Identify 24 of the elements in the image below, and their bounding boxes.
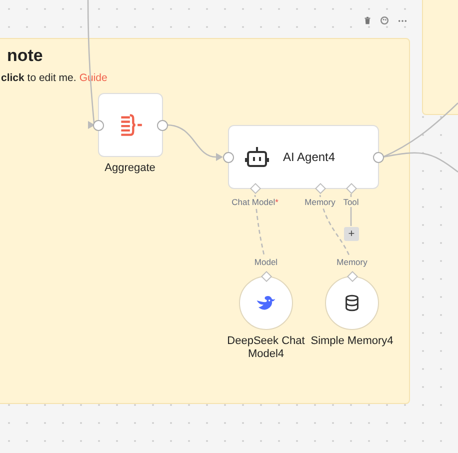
connector-handle[interactable] [250,182,260,194]
node-label: DeepSeek Chat Model4 [226,335,306,361]
node-label: AI Agent4 [283,150,336,164]
aggregate-node[interactable] [98,93,163,157]
connector-label: Chat Model* [230,197,280,207]
connector-handle[interactable] [260,270,272,282]
note-title: note [7,46,43,66]
note-text: click to edit me. [1,72,76,84]
aggregate-icon [118,113,142,137]
node-label: Simple Memory4 [310,335,394,348]
node-label: Aggregate [104,162,156,174]
agent-node[interactable]: AI Agent4 [228,125,379,189]
connector-handle[interactable] [346,270,358,282]
trash-icon[interactable] [363,16,372,25]
connector-handle[interactable] [314,182,326,194]
connector-handle[interactable] [346,182,356,194]
more-icon[interactable] [398,19,407,23]
connector-label: Memory [336,257,368,267]
add-tool-button[interactable]: + [344,227,359,241]
connector-label: Memory [304,197,336,207]
connector-label: Tool [342,197,360,207]
connector-label: Model [253,257,279,267]
connection-line [166,124,223,161]
robot-icon [245,146,269,168]
